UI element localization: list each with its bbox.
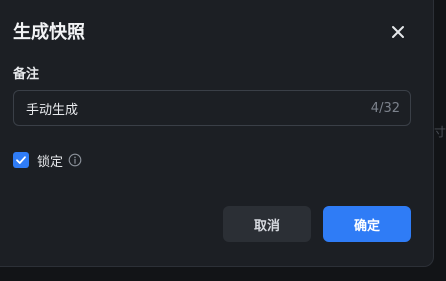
snapshot-dialog: 生成快照 备注 手动生成 4/32 锁定 取消 确定 xyxy=(0,0,434,267)
note-char-counter: 4/32 xyxy=(370,100,400,116)
dialog-title: 生成快照 xyxy=(13,22,85,43)
confirm-button[interactable]: 确定 xyxy=(323,206,411,242)
note-value[interactable]: 手动生成 xyxy=(26,99,371,118)
note-label: 备注 xyxy=(13,67,40,82)
checkmark-icon xyxy=(16,156,26,164)
lock-label: 锁定 xyxy=(37,154,64,170)
close-icon xyxy=(392,26,404,38)
close-button[interactable] xyxy=(386,20,410,44)
background-hint-text: 寸 xyxy=(434,125,446,139)
lock-checkbox[interactable] xyxy=(13,152,29,168)
lock-option: 锁定 xyxy=(13,150,82,170)
note-input[interactable]: 手动生成 4/32 xyxy=(13,90,411,126)
info-icon[interactable] xyxy=(68,153,82,167)
cancel-button[interactable]: 取消 xyxy=(223,206,311,242)
